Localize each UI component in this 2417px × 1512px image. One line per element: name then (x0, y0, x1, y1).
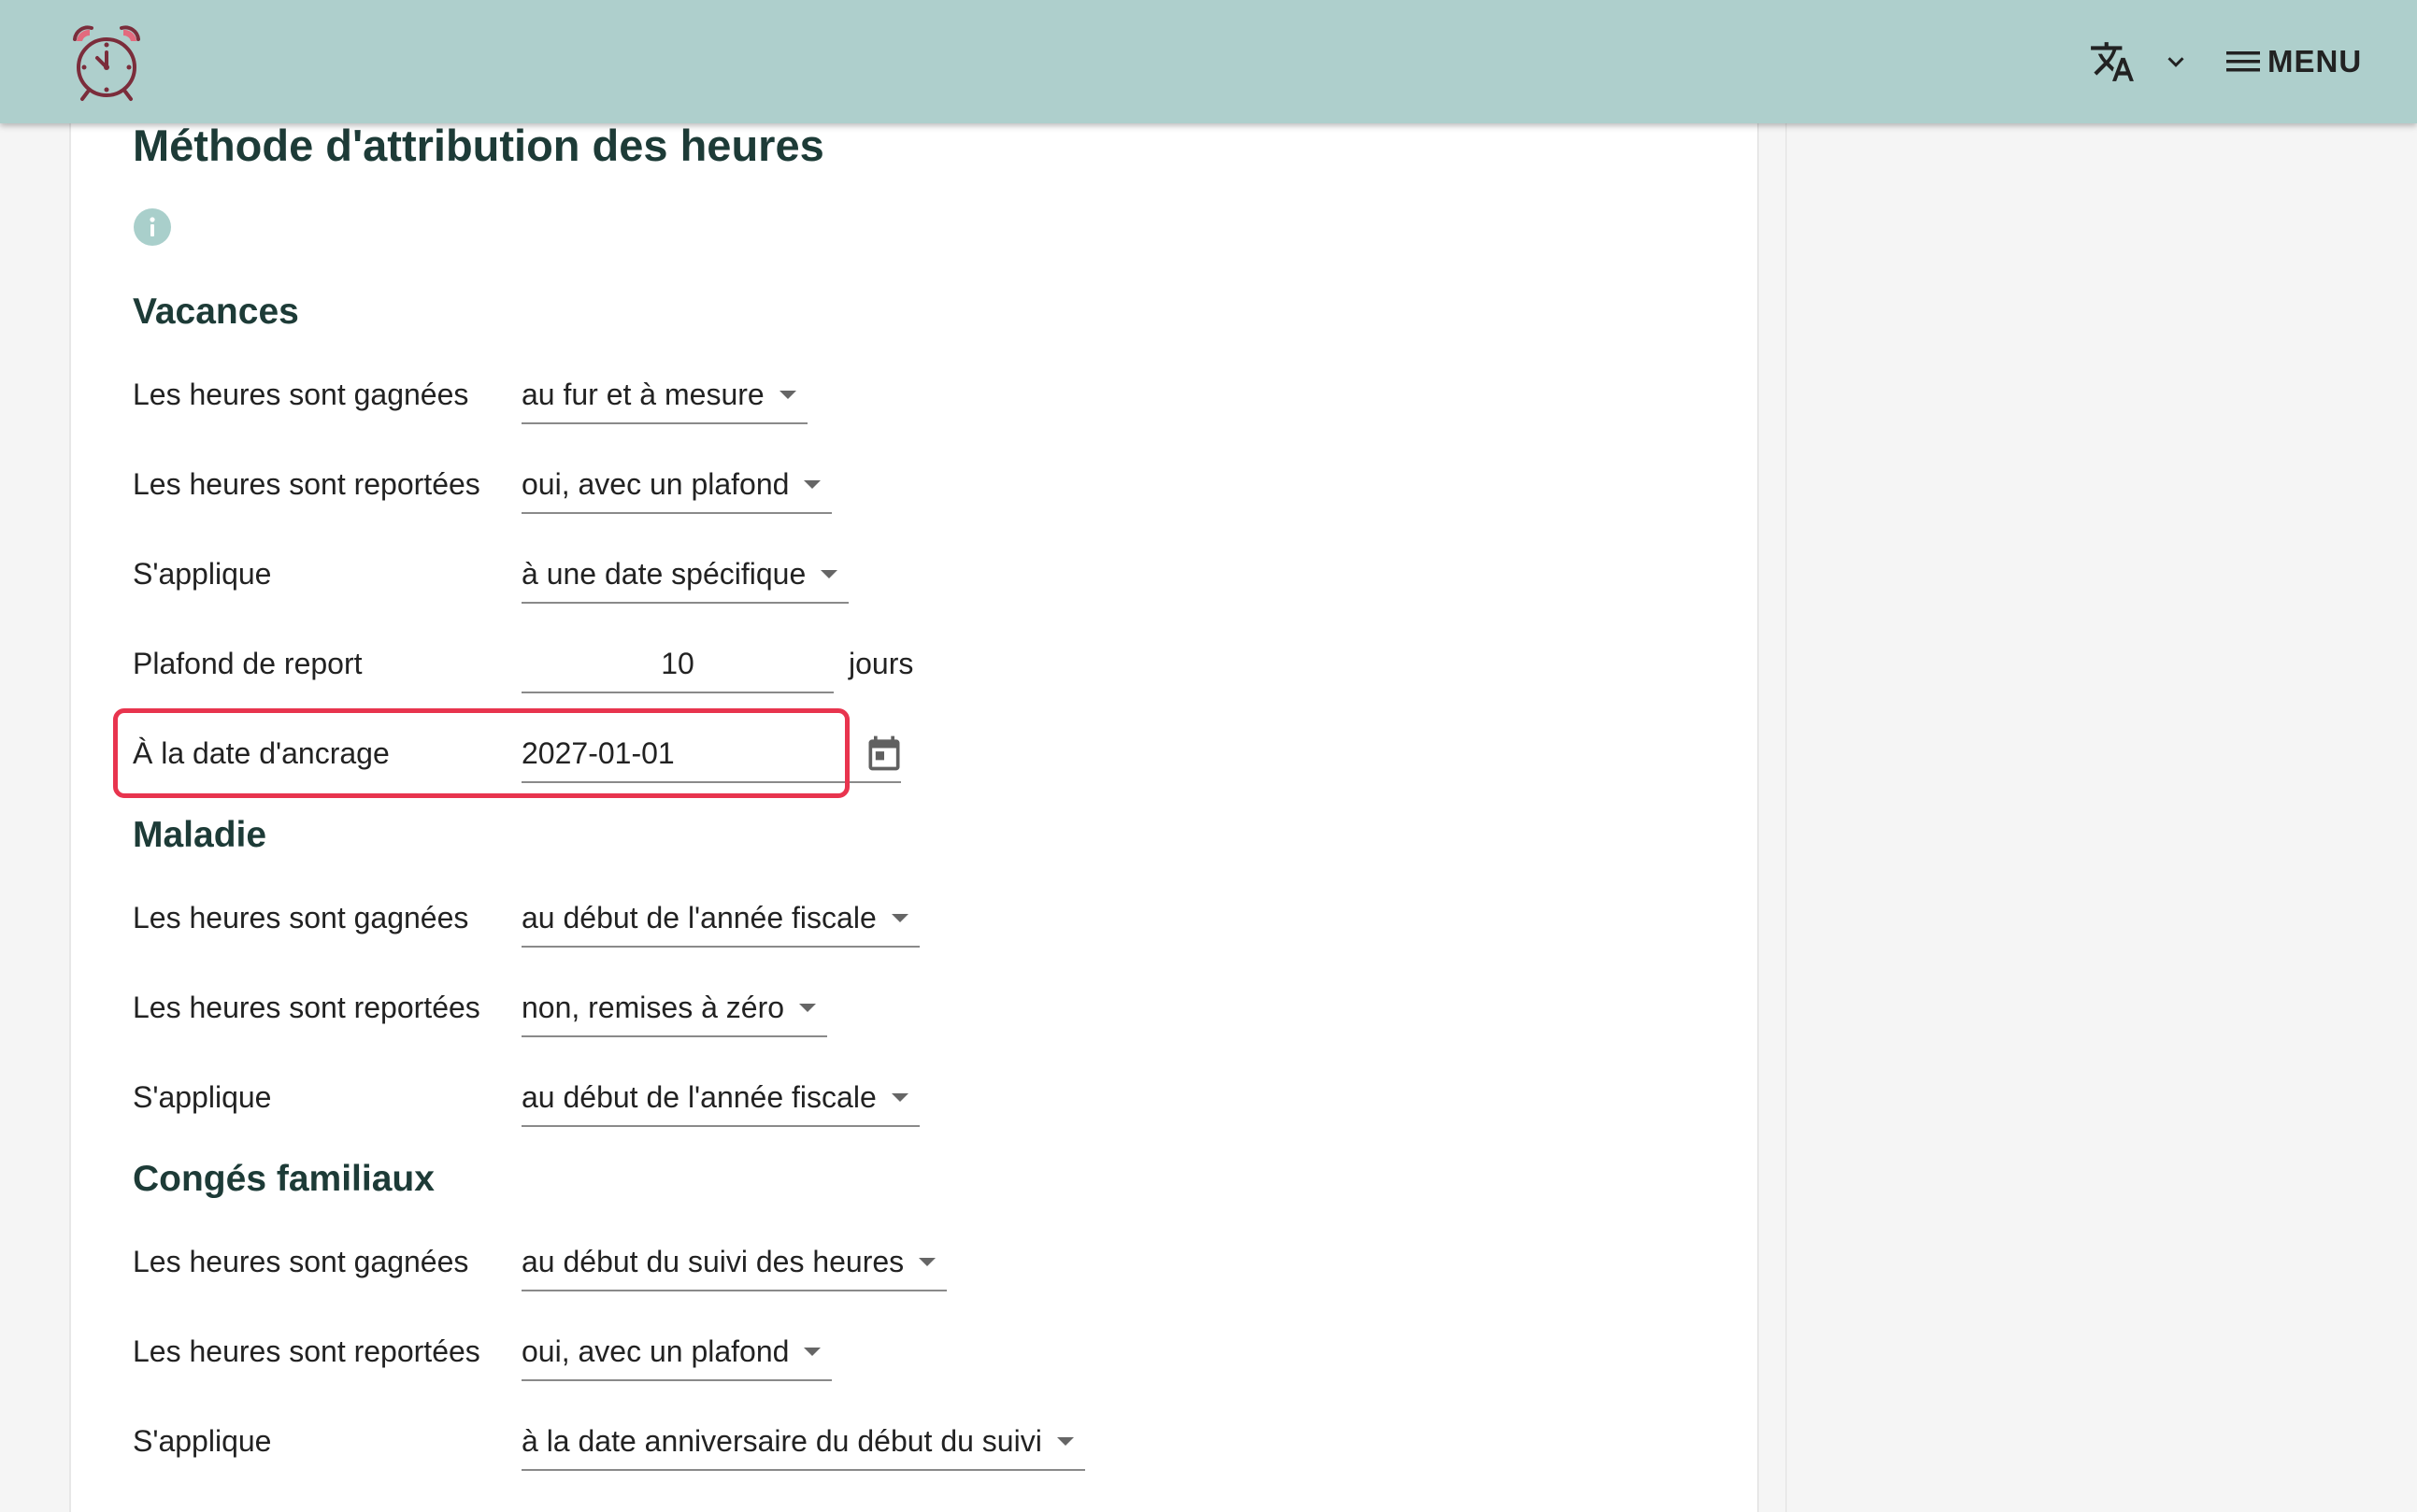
select-value: au début de l'année fiscale (522, 1079, 877, 1114)
vacances-earned-select[interactable]: au fur et à mesure (522, 366, 808, 424)
section-title-maladie: Maladie (133, 815, 267, 855)
carryover-cap-input[interactable]: 10 (522, 635, 834, 693)
vacances-carried-label: Les heures sont reportées (133, 467, 480, 501)
cap-unit-label: jours (849, 647, 914, 680)
familiaux-earned-label: Les heures sont gagnées (133, 1245, 469, 1278)
left-gutter (0, 0, 39, 1512)
dropdown-arrow-icon (804, 479, 822, 489)
select-value: au fur et à mesure (522, 377, 765, 411)
highlight-annotation (113, 708, 850, 798)
select-value: au début de l'année fiscale (522, 900, 877, 934)
dropdown-arrow-icon (821, 569, 838, 578)
hamburger-icon (2226, 51, 2260, 72)
dropdown-arrow-icon (799, 1003, 817, 1012)
familiaux-earned-select[interactable]: au début du suivi des heures (522, 1234, 948, 1291)
vacances-applies-label: S'applique (133, 557, 272, 591)
maladie-carried-select[interactable]: non, remises à zéro (522, 979, 828, 1037)
right-panel (1785, 0, 2417, 1512)
top-app-bar: MENU (0, 0, 2417, 123)
select-value: à la date anniversaire du début du suivi (522, 1423, 1042, 1458)
select-value: oui, avec un plafond (522, 466, 790, 501)
translate-icon[interactable] (2084, 34, 2140, 90)
maladie-earned-label: Les heures sont gagnées (133, 901, 469, 934)
select-value: à une date spécifique (522, 556, 807, 591)
select-value: non, remises à zéro (522, 990, 785, 1024)
dropdown-arrow-icon (779, 390, 796, 399)
menu-button[interactable]: MENU (2224, 37, 2362, 86)
dropdown-arrow-icon (891, 1092, 908, 1102)
maladie-applies-label: S'applique (133, 1080, 272, 1114)
familiaux-applies-select[interactable]: à la date anniversaire du début du suivi (522, 1413, 1085, 1471)
vacances-earned-label: Les heures sont gagnées (133, 378, 469, 411)
select-value: au début du suivi des heures (522, 1244, 905, 1278)
maladie-applies-select[interactable]: au début de l'année fiscale (522, 1069, 920, 1127)
familiaux-carried-label: Les heures sont reportées (133, 1334, 480, 1368)
menu-label: MENU (2267, 44, 2363, 78)
section-title-familiaux: Congés familiaux (133, 1159, 435, 1199)
dropdown-arrow-icon (804, 1347, 822, 1356)
alarm-clock-icon[interactable] (69, 22, 144, 103)
maladie-earned-select[interactable]: au début de l'année fiscale (522, 890, 920, 948)
chevron-down-icon[interactable] (2159, 43, 2193, 80)
dropdown-arrow-icon (1056, 1436, 1074, 1446)
familiaux-carried-select[interactable]: oui, avec un plafond (522, 1323, 833, 1381)
page-title: Méthode d'attribution des heures (133, 121, 824, 170)
vacances-applies-select[interactable]: à une date spécifique (522, 546, 850, 604)
dropdown-arrow-icon (919, 1257, 937, 1266)
info-icon[interactable] (133, 207, 172, 247)
dropdown-arrow-icon (891, 913, 908, 922)
familiaux-applies-label: S'applique (133, 1424, 272, 1458)
vacances-carried-select[interactable]: oui, avec un plafond (522, 456, 833, 514)
calendar-icon[interactable] (864, 733, 905, 774)
select-value: oui, avec un plafond (522, 1334, 790, 1368)
vacances-cap-label: Plafond de report (133, 647, 363, 680)
maladie-carried-label: Les heures sont reportées (133, 991, 480, 1024)
section-title-vacances: Vacances (133, 292, 299, 332)
